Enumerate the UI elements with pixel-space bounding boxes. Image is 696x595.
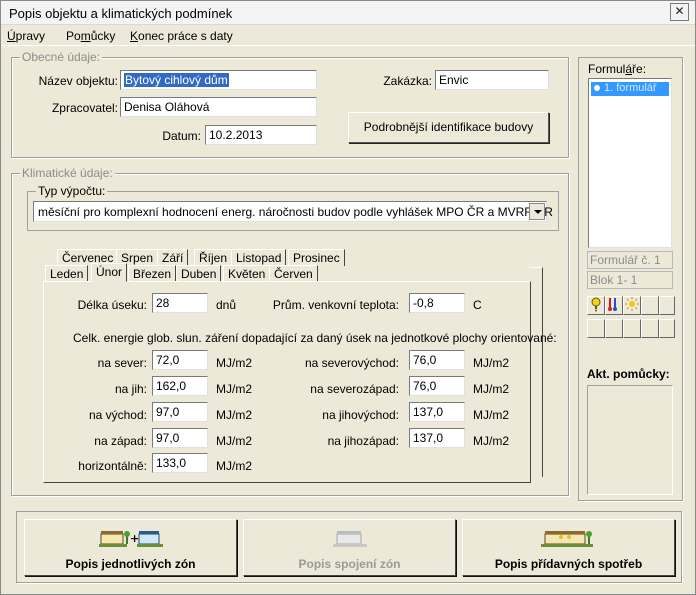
describe-zone-links-button[interactable]: Popis spojení zón — [243, 519, 456, 576]
radiation-northwest-input[interactable]: 76,0 — [409, 376, 465, 396]
chevron-down-icon[interactable] — [529, 203, 545, 220]
close-button[interactable]: ✕ — [670, 3, 689, 21]
general-info-label: Obecné údaje: — [20, 50, 103, 64]
radio-dot-icon — [594, 85, 600, 92]
contract-input[interactable]: Envic — [435, 70, 549, 90]
title-bar: Popis objektu a klimatických podmínek ✕ — [1, 1, 695, 25]
building-detail-button[interactable]: Podrobnější identifikace budovy — [348, 112, 549, 143]
tab-zari[interactable]: Září — [157, 249, 189, 266]
menu-konec[interactable]: Konec práce s daty — [130, 29, 233, 43]
tab-duben[interactable]: Duben — [176, 265, 222, 282]
date-label: Datum: — [162, 129, 201, 143]
question-icon[interactable] — [587, 296, 605, 315]
section-length-label: Délka úseku: — [77, 298, 147, 312]
describe-zones-button[interactable]: + Popis jednotlivých zón — [24, 519, 237, 576]
forms-label: Formuláře: — [588, 62, 647, 76]
block-number-field: Blok 1- 1 — [587, 271, 673, 289]
processor-input[interactable]: Denisa Oláhová — [120, 97, 317, 117]
menu-pomucky[interactable]: Pomůcky — [66, 29, 115, 43]
tab-prosinec[interactable]: Prosinec — [288, 249, 345, 266]
object-name-label: Název objektu: — [38, 74, 118, 88]
radiation-north-input[interactable]: 72,0 — [152, 350, 208, 370]
climate-label: Klimatické údaje: — [20, 166, 115, 180]
svg-text:+: + — [130, 532, 139, 545]
current-aids-box — [587, 385, 673, 495]
radiation-southeast-input[interactable]: 137,0 — [409, 402, 465, 422]
thermometer-icon[interactable] — [605, 296, 623, 315]
forms-list[interactable]: 1. formulář — [588, 78, 672, 248]
tab-unor[interactable]: Únor — [91, 263, 128, 282]
radiation-south-input[interactable]: 162,0 — [152, 376, 208, 396]
radiation-northeast-input[interactable]: 76,0 — [409, 350, 465, 370]
avg-temp-input[interactable]: -0,8 — [409, 293, 465, 313]
calc-type-select[interactable]: měsíční pro komplexní hodnocení energ. n… — [33, 201, 553, 222]
form-number-field: Formulář č. 1 — [587, 251, 673, 269]
menu-upravy[interactable]: Úpravy — [7, 29, 45, 43]
tab-rijen[interactable]: Říjen — [194, 249, 233, 266]
extra-consumption-icon — [540, 531, 593, 547]
processor-label: Zpracovatel: — [51, 101, 118, 115]
empty-tool-button[interactable] — [659, 296, 675, 315]
tab-cerven[interactable]: Červen — [269, 265, 318, 282]
tab-listopad[interactable]: Listopad — [231, 249, 287, 266]
list-item[interactable]: 1. formulář — [591, 82, 669, 96]
radiation-west-input[interactable]: 97,0 — [152, 428, 208, 448]
section-length-input[interactable]: 28 — [152, 293, 208, 313]
empty-tool-button[interactable] — [659, 319, 675, 338]
tab-leden[interactable]: Leden — [45, 265, 89, 282]
menu-bar: Úpravy Pomůcky Konec práce s daty — [1, 26, 695, 46]
tab-stack-edge — [529, 267, 543, 477]
empty-tool-button[interactable] — [641, 319, 659, 338]
radiation-southwest-input[interactable]: 137,0 — [409, 428, 465, 448]
empty-tool-button[interactable] — [641, 296, 659, 315]
tab-kveten[interactable]: Květen — [223, 265, 271, 282]
tab-brezen[interactable]: Březen — [128, 265, 177, 282]
current-aids-label: Akt. pomůcky: — [587, 367, 670, 381]
empty-tool-button[interactable] — [623, 319, 641, 338]
contract-label: Zakázka: — [383, 74, 432, 88]
window-title: Popis objektu a klimatických podmínek — [9, 6, 233, 21]
radiation-east-input[interactable]: 97,0 — [152, 402, 208, 422]
zones-icon: + — [98, 531, 163, 547]
object-name-input[interactable]: Bytový cihlový dům — [120, 70, 317, 90]
date-input[interactable]: 10.2.2013 — [205, 125, 317, 145]
main-window: Popis objektu a klimatických podmínek ✕ … — [0, 0, 696, 595]
radiation-horizontal-input[interactable]: 133,0 — [152, 453, 208, 473]
empty-tool-button[interactable] — [605, 319, 623, 338]
describe-extra-consumption-button[interactable]: Popis přídavných spotřeb — [462, 519, 675, 576]
empty-tool-button[interactable] — [587, 319, 605, 338]
calc-type-label: Typ výpočtu: — [36, 184, 108, 198]
zone-links-icon — [332, 531, 367, 547]
sun-icon[interactable] — [623, 296, 641, 315]
